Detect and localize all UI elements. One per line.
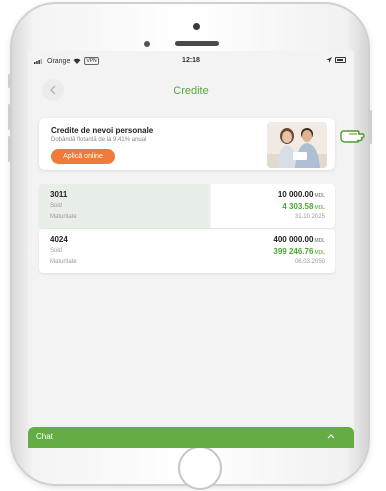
couple-illustration: [267, 122, 327, 168]
chevron-up-icon[interactable]: [326, 432, 336, 440]
credit-id: 4024: [50, 235, 68, 244]
promo-card[interactable]: Credite de nevoi personale Dobândă flota…: [39, 118, 335, 170]
credit-balance: 4 303.58MDL: [282, 202, 325, 211]
volume-down-button: [8, 136, 11, 162]
chat-label: Chat: [36, 432, 53, 441]
currency-label: MDL: [314, 193, 325, 199]
credit-maturity-date: 06.03.2050: [294, 259, 325, 265]
earpiece-speaker: [175, 41, 219, 46]
promo-subtitle: Dobândă flotantă de la 9,41% anual: [51, 137, 147, 143]
credit-maturity-date: 31.10.2025: [294, 214, 325, 220]
status-bar: Orange VPN 12:18: [28, 51, 354, 71]
screenshot-stage: Orange VPN 12:18 Credite Credite de nevo…: [0, 0, 386, 491]
power-button: [369, 110, 372, 144]
credit-id: 3011: [50, 190, 68, 199]
credit-amount: 10 000.00MDL: [278, 190, 325, 199]
credit-balance-value: 399 246.76: [273, 247, 314, 256]
currency-label: MDL: [314, 238, 325, 244]
location-arrow-icon: [326, 57, 332, 63]
page-title: Credite: [173, 85, 209, 97]
credit-balance-value: 4 303.58: [282, 202, 314, 211]
maturity-label: Maturitate: [50, 214, 77, 220]
balance-label: Sold: [50, 248, 63, 254]
credit-amount-value: 400 000.00: [273, 235, 314, 244]
currency-label: MDL: [314, 250, 325, 256]
app-screen: Orange VPN 12:18 Credite Credite de nevo…: [28, 51, 354, 448]
front-camera: [193, 23, 200, 30]
promo-couple-photo: [267, 122, 327, 168]
chat-bar[interactable]: Chat: [28, 427, 354, 448]
credit-item[interactable]: 3011 Sold Maturitate 10 000.00MDL 4 303.…: [39, 184, 335, 228]
credit-balance: 399 246.76MDL: [273, 247, 325, 256]
credit-amount: 400 000.00MDL: [273, 235, 325, 244]
battery-icon: [335, 57, 346, 63]
mute-switch: [8, 74, 11, 88]
credit-item[interactable]: 4024 Sold Maturitate 400 000.00MDL 399 2…: [39, 229, 335, 273]
home-button[interactable]: [178, 446, 222, 490]
status-time: 12:18: [182, 57, 200, 64]
navigation-bar: Credite: [28, 73, 354, 105]
proximity-sensor: [144, 41, 150, 47]
promo-title: Credite de nevoi personale: [51, 126, 154, 135]
maturity-label: Maturitate: [50, 259, 77, 265]
apply-online-button[interactable]: Aplică online: [51, 149, 115, 164]
balance-label: Sold: [50, 203, 63, 209]
status-right: [326, 57, 346, 63]
pointing-hand-icon: [340, 130, 365, 143]
credit-amount-value: 10 000.00: [277, 190, 314, 199]
currency-label: MDL: [314, 205, 325, 211]
volume-up-button: [8, 104, 11, 130]
